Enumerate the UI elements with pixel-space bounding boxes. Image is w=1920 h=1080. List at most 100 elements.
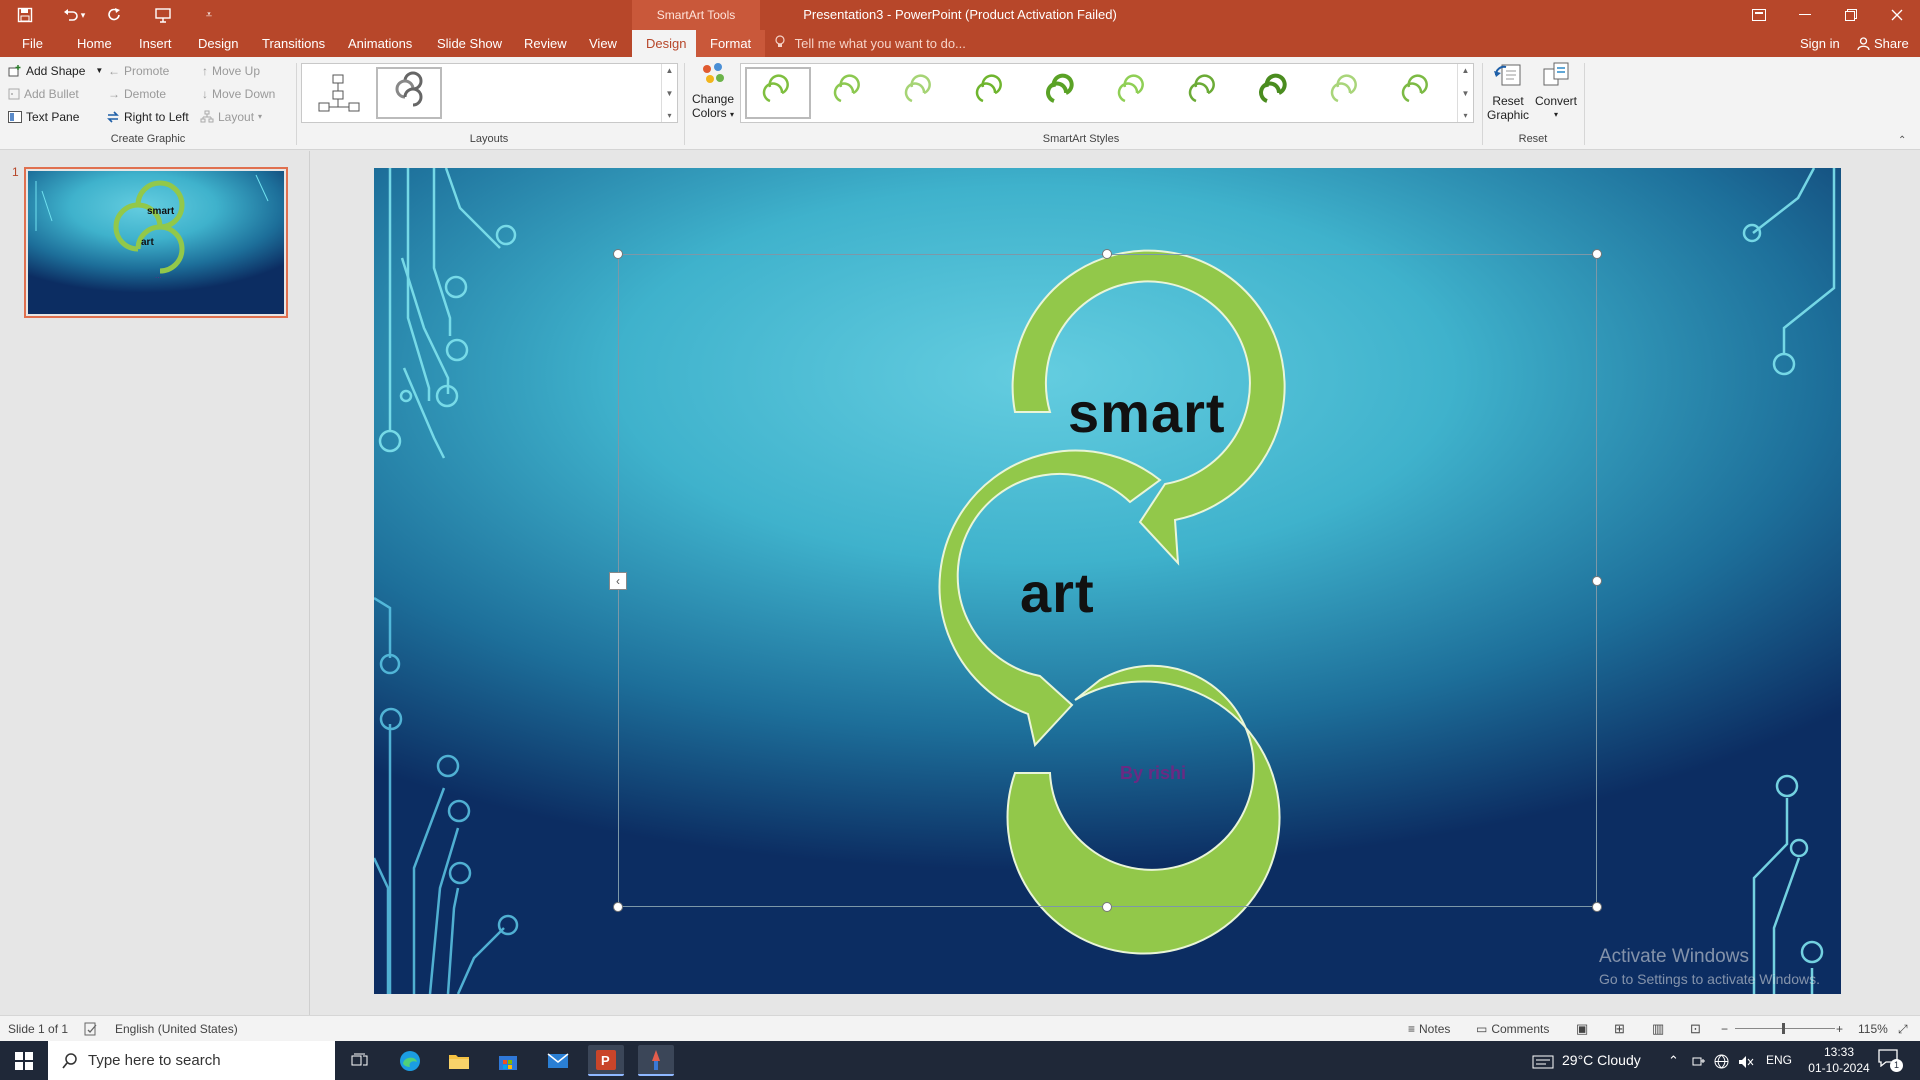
tab-design[interactable]: Design [196, 30, 240, 57]
change-colors-button[interactable]: Change Colors ▾ [688, 61, 738, 131]
share-button[interactable]: Share [1855, 30, 1911, 57]
resize-handle-br[interactable] [1592, 902, 1602, 912]
layouts-gallery[interactable]: ▲ ▼ ▾ [301, 63, 678, 123]
layout-button[interactable]: Layout ▾ [200, 107, 262, 127]
slide-sorter-icon[interactable]: ⊞ [1614, 1016, 1625, 1042]
zoom-slider[interactable] [1735, 1028, 1835, 1029]
microsoft-store-icon[interactable] [490, 1045, 526, 1076]
demote-button[interactable]: → Demote [108, 84, 166, 104]
promote-button[interactable]: ← Promote [108, 61, 169, 81]
zoom-level[interactable]: 115% [1858, 1016, 1888, 1042]
network-icon[interactable] [1692, 1041, 1706, 1080]
convert-icon [1543, 62, 1569, 86]
text-pane-button[interactable]: Text Pane [8, 107, 79, 127]
file-explorer-icon[interactable] [441, 1045, 477, 1076]
reset-graphic-label-1: Reset [1492, 94, 1524, 108]
tab-home[interactable]: Home [75, 30, 114, 57]
taskbar-search[interactable]: Type here to search [48, 1041, 335, 1080]
layouts-gallery-scroll[interactable]: ▲ ▼ ▾ [661, 64, 677, 122]
show-hidden-icons-icon[interactable]: ⌃ [1668, 1041, 1679, 1080]
resize-handle-tr[interactable] [1592, 249, 1602, 259]
layout-circular-arrows-thumb[interactable] [376, 67, 442, 119]
smartart-style-thumb[interactable] [1313, 67, 1379, 119]
normal-view-icon[interactable]: ▣ [1576, 1016, 1588, 1042]
clock[interactable]: 13:33 01-10-2024 [1808, 1044, 1870, 1076]
close-button[interactable] [1874, 0, 1920, 30]
sign-in-link[interactable]: Sign in [1798, 30, 1842, 57]
smartart-style-thumb[interactable] [958, 67, 1024, 119]
tab-insert[interactable]: Insert [137, 30, 174, 57]
start-from-beginning-icon[interactable] [146, 0, 180, 30]
share-label: Share [1874, 36, 1909, 51]
text-pane-toggle-icon[interactable]: ‹ [609, 572, 627, 590]
language-status[interactable]: English (United States) [115, 1016, 238, 1042]
add-shape-icon [8, 65, 21, 77]
comments-button[interactable]: ▭ Comments [1476, 1016, 1549, 1042]
reset-graphic-button[interactable]: Reset Graphic [1484, 61, 1532, 131]
tab-file[interactable]: File [20, 30, 45, 57]
right-to-left-icon [107, 111, 119, 123]
collapse-ribbon-icon[interactable]: ⌃ [1898, 135, 1906, 146]
weather-status[interactable]: 29°C Cloudy [1562, 1041, 1641, 1080]
zoom-slider-thumb[interactable] [1782, 1023, 1785, 1034]
minimize-button[interactable] [1782, 0, 1828, 30]
speaker-muted-icon[interactable] [1738, 1041, 1754, 1080]
slideshow-view-icon[interactable]: ⊡ [1690, 1016, 1701, 1042]
resize-handle-bl[interactable] [613, 902, 623, 912]
tab-transitions[interactable]: Transitions [260, 30, 327, 57]
edge-browser-icon[interactable] [392, 1045, 428, 1076]
smartart-selection-frame[interactable] [618, 254, 1597, 907]
tell-me-search[interactable]: Tell me what you want to do... [775, 30, 966, 57]
tab-slide-show[interactable]: Slide Show [435, 30, 504, 57]
smartart-style-thumb[interactable] [1384, 67, 1450, 119]
styles-gallery-scroll[interactable]: ▲ ▼ ▾ [1457, 64, 1473, 122]
powerpoint-taskbar-icon[interactable]: P [588, 1045, 624, 1076]
smartart-style-thumb[interactable] [1171, 67, 1237, 119]
notification-center-icon[interactable]: 1 [1878, 1049, 1903, 1073]
zoom-out-icon[interactable]: − [1721, 1016, 1728, 1042]
weather-icon[interactable] [1532, 1041, 1554, 1080]
text-pane-icon [8, 111, 22, 123]
resize-handle-t[interactable] [1102, 249, 1112, 259]
resize-handle-tl[interactable] [613, 249, 623, 259]
paint-app-icon[interactable] [638, 1045, 674, 1076]
tab-animations[interactable]: Animations [346, 30, 414, 57]
smartart-style-thumb[interactable] [1242, 67, 1308, 119]
redo-icon[interactable] [98, 0, 132, 30]
tab-view[interactable]: View [587, 30, 619, 57]
right-to-left-button[interactable]: Right to Left [106, 107, 189, 127]
smartart-style-thumb[interactable] [745, 67, 811, 119]
customize-qat-icon[interactable]: ⩡ [192, 0, 226, 30]
resize-handle-b[interactable] [1102, 902, 1112, 912]
ribbon-display-options-icon[interactable] [1736, 0, 1782, 30]
tab-smartart-format[interactable]: Format [696, 30, 766, 57]
smartart-style-thumb[interactable] [816, 67, 882, 119]
mail-icon[interactable] [540, 1045, 576, 1076]
task-view-icon[interactable] [342, 1045, 378, 1076]
save-icon[interactable] [8, 0, 42, 30]
add-bullet-button[interactable]: Add Bullet [8, 84, 79, 104]
slide-thumbnail-1[interactable]: smart art ... [24, 167, 288, 318]
undo-dropdown-icon[interactable]: ▾ [76, 0, 90, 30]
layout-hierarchy-thumb[interactable] [306, 67, 372, 119]
fit-to-window-icon[interactable]: ⤢ [1898, 1016, 1908, 1042]
notes-button[interactable]: ≡ Notes [1408, 1016, 1450, 1042]
windows-start-icon[interactable] [6, 1045, 42, 1076]
tab-smartart-design[interactable]: Design [632, 30, 701, 57]
reading-view-icon[interactable]: ▥ [1652, 1016, 1664, 1042]
zoom-in-icon[interactable]: + [1836, 1016, 1843, 1042]
smartart-style-thumb[interactable] [887, 67, 953, 119]
smartart-style-thumb[interactable] [1029, 67, 1095, 119]
tab-review[interactable]: Review [522, 30, 569, 57]
move-down-button[interactable]: ↓ Move Down [202, 84, 275, 104]
smartart-style-thumb[interactable] [1100, 67, 1166, 119]
add-shape-button[interactable]: Add Shape ▼ [8, 61, 103, 81]
spell-check-icon[interactable] [84, 1016, 98, 1042]
convert-button[interactable]: Convert ▾ [1532, 61, 1580, 131]
smartart-styles-gallery[interactable]: ▲ ▼ ▾ [740, 63, 1474, 123]
globe-icon[interactable] [1714, 1041, 1729, 1080]
input-language[interactable]: ENG [1766, 1041, 1792, 1080]
restore-button[interactable] [1828, 0, 1874, 30]
move-up-button[interactable]: ↑ Move Up [202, 61, 260, 81]
resize-handle-r[interactable] [1592, 576, 1602, 586]
